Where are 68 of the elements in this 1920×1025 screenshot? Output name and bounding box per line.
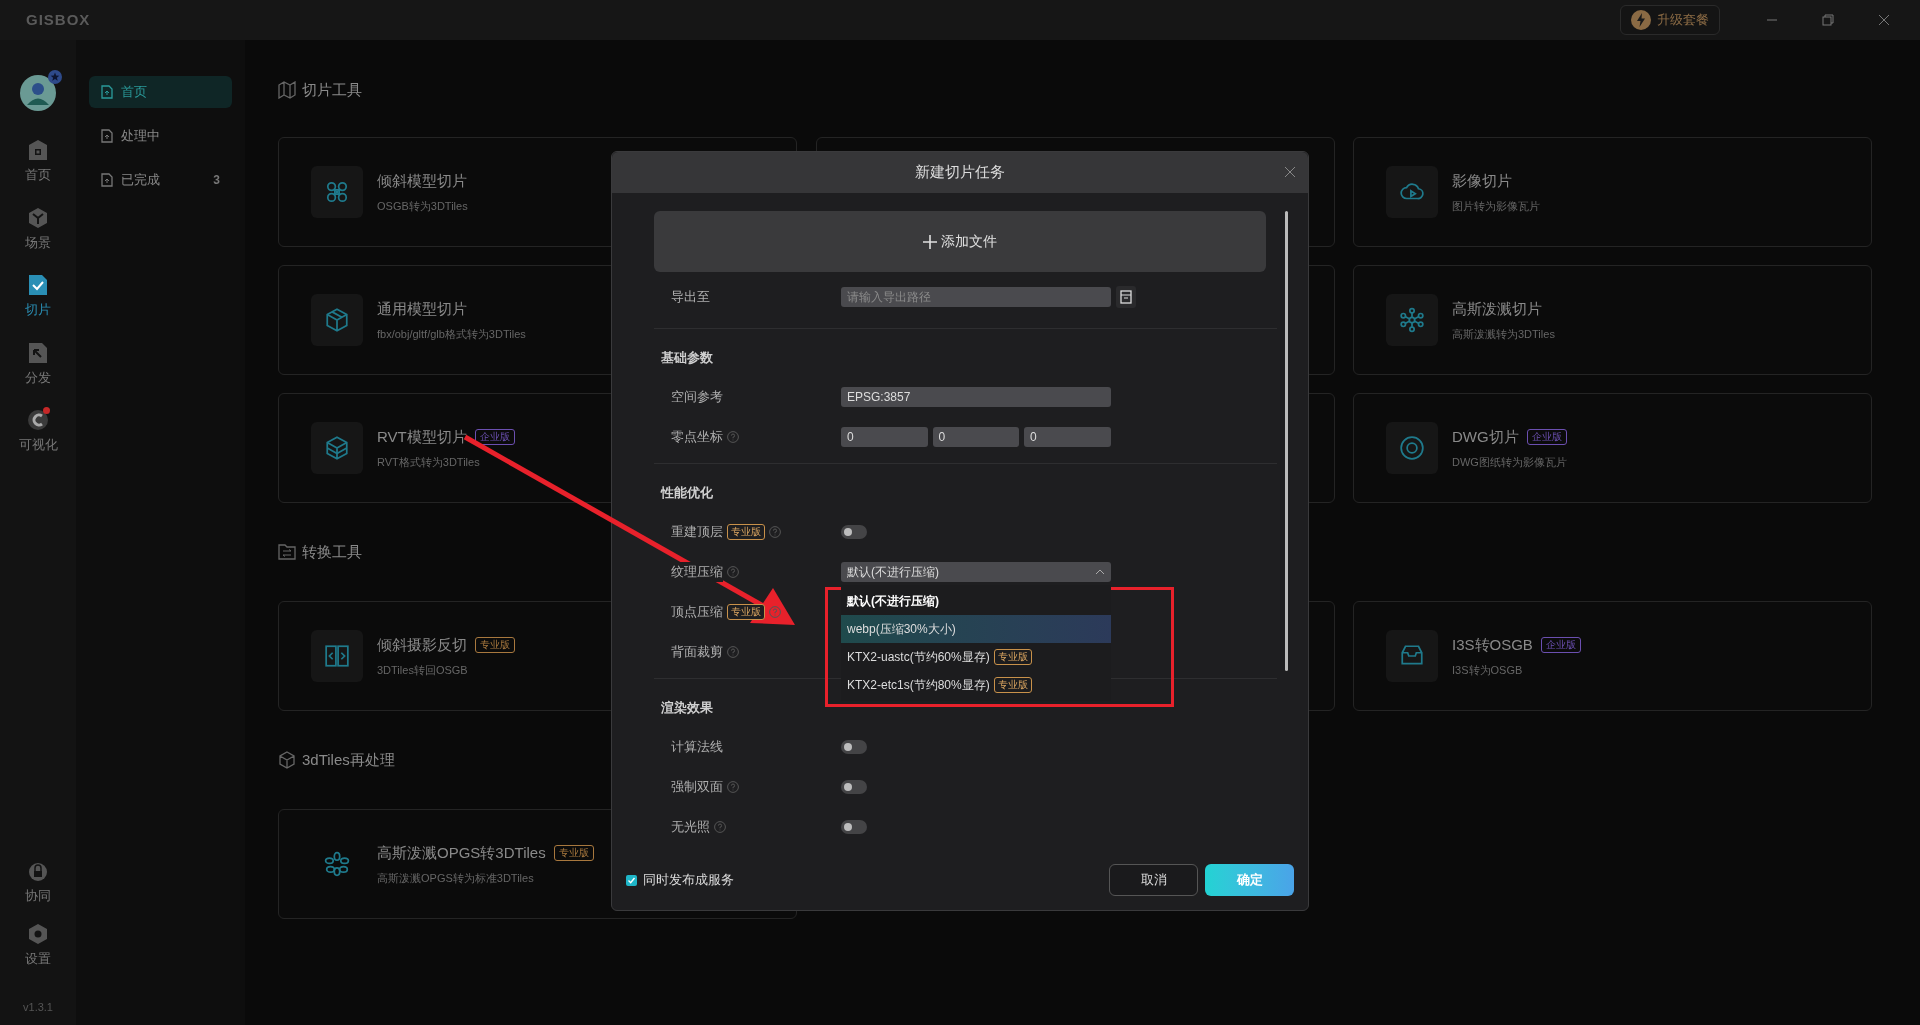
tool-card[interactable]: I3S转OSGB 企业版 I3S转为OSGB <box>1353 601 1872 711</box>
edition-badge: 专业版 <box>993 649 1032 665</box>
checkbox-label: 同时发布成服务 <box>643 871 734 890</box>
select-field[interactable]: 默认(不进行压缩) <box>841 562 1111 582</box>
edition-badge: 专业版 <box>727 604 765 620</box>
card-title: 影像切片 <box>1452 170 1512 191</box>
card-title: RVT模型切片 <box>377 426 467 447</box>
card-description: 图片转为影像瓦片 <box>1452 199 1540 214</box>
card-description: RVT格式转为3DTiles <box>377 455 481 470</box>
field-label: 纹理压缩 <box>671 562 723 582</box>
card-description: OSGB转为3DTiles <box>377 199 468 214</box>
upgrade-button[interactable]: 升级套餐 <box>1620 5 1720 35</box>
group-title: 性能优化 <box>661 484 713 503</box>
sidebar-item[interactable]: 首页 <box>89 76 232 108</box>
card-title: 高斯泼溅OPGS转3DTiles <box>377 842 546 863</box>
tool-card[interactable]: 高斯泼溅切片 高斯泼溅转为3DTiles <box>1353 265 1872 375</box>
card-description: 高斯泼溅转为3DTiles <box>1452 327 1555 342</box>
dropdown-option[interactable]: KTX2-uastc(节约60%显存) 专业版 <box>841 643 1111 671</box>
edition-badge: 企业版 <box>1540 636 1581 653</box>
card-title: I3S转OSGB <box>1452 634 1533 655</box>
card-title: 倾斜模型切片 <box>377 170 467 191</box>
nav-rail-item[interactable]: 可视化 <box>8 409 68 455</box>
edition-badge: 专业版 <box>727 524 765 540</box>
card-title: 高斯泼溅切片 <box>1452 298 1542 319</box>
edition-badge: 企业版 <box>474 428 515 445</box>
edition-badge: 专业版 <box>475 636 515 653</box>
group-title: 基础参数 <box>661 349 713 368</box>
dropdown-option[interactable]: KTX2-etc1s(节约80%显存) 专业版 <box>841 671 1111 699</box>
version-label: v1.3.1 <box>23 999 53 1015</box>
card-description: 高斯泼溅OPGS转为标准3DTiles <box>377 871 535 886</box>
nav-rail-item[interactable]: 场景 <box>8 206 68 252</box>
nav-rail-item[interactable]: 分发 <box>8 341 68 387</box>
edition-badge: 企业版 <box>1526 428 1567 445</box>
input-field[interactable]: EPSG:3857 <box>841 387 1111 407</box>
card-description: DWG图纸转为影像瓦片 <box>1452 455 1567 470</box>
card-description: fbx/obj/gltf/glb格式转为3DTiles <box>377 327 526 342</box>
nav-rail-item[interactable]: 协同 <box>8 859 68 905</box>
section-title: 转换工具 <box>302 541 362 562</box>
card-title: DWG切片 <box>1452 426 1519 447</box>
input-field[interactable]: 0 <box>841 427 928 447</box>
dropdown-option[interactable]: webp(压缩30%大小) <box>841 615 1111 643</box>
field-label: 顶点压缩 <box>671 602 723 622</box>
input-field[interactable]: 0 <box>1024 427 1111 447</box>
card-description: I3S转为OSGB <box>1452 663 1524 678</box>
card-description: 3DTiles转回OSGB <box>377 663 469 678</box>
tool-card[interactable]: 影像切片 图片转为影像瓦片 <box>1353 137 1872 247</box>
dialog-title: 新建切片任务 <box>915 162 1005 183</box>
output-path-field[interactable]: 请输入导出路径 <box>841 287 1111 307</box>
app-logo: GISBOX <box>26 9 91 30</box>
tool-card[interactable]: DWG切片 企业版 DWG图纸转为影像瓦片 <box>1353 393 1872 503</box>
add-file-button[interactable]: 添加文件 <box>654 211 1266 272</box>
card-title: 倾斜摄影反切 <box>377 634 467 655</box>
edition-badge: 专业版 <box>993 677 1032 693</box>
nav-rail-item[interactable]: 切片 <box>8 274 68 320</box>
nav-rail-item[interactable]: 设置 <box>8 923 68 969</box>
sidebar-item[interactable]: 处理中 <box>89 120 232 152</box>
field-label: 零点坐标 <box>671 427 723 447</box>
nav-rail-item[interactable]: 首页 <box>8 139 68 185</box>
count-label: 3 <box>213 172 220 189</box>
cancel-button[interactable]: 取消 <box>1109 864 1198 896</box>
edition-badge: 专业版 <box>553 844 594 861</box>
sidebar-item[interactable]: 已完成 3 <box>89 164 232 196</box>
dropdown-option[interactable]: 默认(不进行压缩) <box>841 587 1111 615</box>
section-title: 切片工具 <box>302 79 362 100</box>
field-label: 无光照 <box>671 817 710 837</box>
card-title: 通用模型切片 <box>377 298 467 319</box>
section-title: 3dTiles再处理 <box>302 749 395 770</box>
input-field[interactable]: 0 <box>932 427 1019 447</box>
